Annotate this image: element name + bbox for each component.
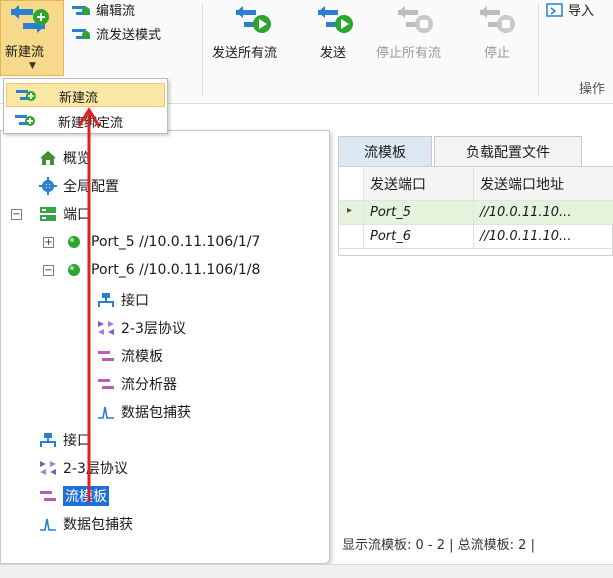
tree-item-packet-capture[interactable]: 数据包捕获 xyxy=(39,513,133,535)
tree-item-port6-packet-capture[interactable]: 数据包捕获 xyxy=(97,401,191,423)
send-all-flows-icon xyxy=(236,6,271,33)
divider xyxy=(538,4,539,96)
server-icon xyxy=(40,207,56,221)
stop-all-flows-icon xyxy=(398,6,433,33)
tab-bar: 流模板 负载配置文件 xyxy=(338,136,613,166)
row-indicator-icon: ▸ xyxy=(347,205,353,216)
tree-item-label: 流分析器 xyxy=(121,377,177,393)
send-all-flows-button[interactable]: 发送所有流 xyxy=(212,42,277,61)
cell-address[interactable]: //10.0.11.10... xyxy=(473,225,613,248)
chevron-down-icon: ▼ xyxy=(29,61,36,71)
new-flow-label: 新建流 xyxy=(5,45,45,60)
tab-load-config[interactable]: 负载配置文件 xyxy=(434,136,582,166)
tree-item-label: 概览 xyxy=(63,151,91,167)
import-label: 导入 xyxy=(568,4,595,19)
tree-item-port6-flow-analyzer[interactable]: 流分析器 xyxy=(97,373,177,395)
collapse-ports-toggle[interactable]: − xyxy=(11,209,22,220)
flow-send-mode-label: 流发送模式 xyxy=(96,28,162,43)
menu-item-new-bound-flow[interactable]: 新建绑定流 xyxy=(6,109,165,133)
stop-button[interactable]: 停止 xyxy=(484,42,510,61)
tree-item-label: 端口 xyxy=(63,207,91,223)
grid-header-row: 发送端口 发送端口地址 xyxy=(339,167,613,201)
tree-item-port6[interactable]: Port_6 //10.0.11.106/1/8 xyxy=(67,259,260,281)
cell-port[interactable]: Port_6 xyxy=(363,225,473,248)
tab-label: 流模板 xyxy=(364,144,406,161)
status-dot-icon xyxy=(68,264,80,276)
tree-item-flow-template[interactable]: 流模板 xyxy=(39,485,109,507)
expand-port5-toggle[interactable]: + xyxy=(43,237,54,248)
status-bar-text: 显示流模板: 0 - 2 | 总流模板: 2 | xyxy=(342,538,535,553)
new-bound-flow-icon xyxy=(15,115,35,126)
tree-item-ports[interactable]: 端口 xyxy=(39,203,91,225)
tree-item-interface[interactable]: 接口 xyxy=(39,429,91,451)
bottom-status-strip xyxy=(0,564,613,578)
new-flow-button[interactable]: 新建流 ▼ xyxy=(0,0,64,76)
tree-item-port6-interface[interactable]: 接口 xyxy=(97,289,149,311)
tree-item-port5[interactable]: Port_5 //10.0.11.106/1/7 xyxy=(67,231,260,253)
gear-icon xyxy=(39,177,57,195)
new-flow-icon xyxy=(11,5,49,33)
table-row[interactable]: Port_6 //10.0.11.10... xyxy=(339,225,613,249)
tree-item-port6-protocol[interactable]: 2-3层协议 xyxy=(97,317,186,339)
import-icon xyxy=(546,2,563,17)
edit-flow-icon xyxy=(72,5,90,15)
flow-send-mode-button[interactable]: 流发送模式 xyxy=(70,24,161,43)
stop-all-flows-button[interactable]: 停止所有流 xyxy=(376,42,441,61)
tree-item-label: Port_5 //10.0.11.106/1/7 xyxy=(91,234,261,250)
divider xyxy=(202,4,203,96)
navigation-tree: 概览 全局配置 − 端口 + Port_5 //10.0.11.106/1/7 … xyxy=(0,130,330,564)
import-button[interactable]: 导入 xyxy=(546,0,594,19)
tree-item-protocol[interactable]: 2-3层协议 xyxy=(39,457,128,479)
edit-flow-button[interactable]: 编辑流 xyxy=(70,0,135,19)
column-header[interactable]: 发送端口地址 xyxy=(473,167,613,200)
stop-icon xyxy=(480,6,515,33)
flow-send-mode-icon xyxy=(72,28,90,39)
flow-template-icon xyxy=(40,491,56,501)
cell-port[interactable]: Port_5 xyxy=(363,201,473,224)
tree-item-label-selected: 流模板 xyxy=(63,486,109,506)
network-interface-icon xyxy=(98,293,114,307)
packet-capture-icon xyxy=(98,406,114,419)
tree-item-label: 流模板 xyxy=(121,349,163,365)
new-flow-dropdown-menu: 新建流 新建绑定流 xyxy=(3,78,168,134)
tree-item-overview[interactable]: 概览 xyxy=(39,147,91,169)
table-row[interactable]: ▸ Port_5 //10.0.11.10... xyxy=(339,201,613,225)
tree-item-label: 接口 xyxy=(63,433,91,449)
new-flow-icon xyxy=(16,90,36,101)
home-icon xyxy=(40,151,56,165)
tab-label: 负载配置文件 xyxy=(466,144,550,161)
edit-flow-label: 编辑流 xyxy=(96,4,136,19)
flow-template-grid: 发送端口 发送端口地址 ▸ Port_5 //10.0.11.10... Por… xyxy=(338,166,613,256)
cell-address[interactable]: //10.0.11.10... xyxy=(473,201,613,224)
tree-item-label: 全局配置 xyxy=(63,179,119,195)
tab-flow-template[interactable]: 流模板 xyxy=(338,136,432,166)
collapse-port6-toggle[interactable]: − xyxy=(43,265,54,276)
protocol-icon xyxy=(40,461,56,475)
menu-item-label: 新建绑定流 xyxy=(58,116,124,131)
tree-item-label: 数据包捕获 xyxy=(121,405,191,421)
tree-item-label: 2-3层协议 xyxy=(121,321,186,337)
status-dot-icon xyxy=(68,236,80,248)
network-interface-icon xyxy=(40,433,56,447)
column-header[interactable]: 发送端口 xyxy=(363,167,473,200)
menu-item-label: 新建流 xyxy=(59,91,99,106)
protocol-icon xyxy=(98,321,114,335)
send-icon xyxy=(318,6,353,33)
menu-item-new-flow[interactable]: 新建流 xyxy=(6,83,165,107)
flow-analyzer-icon xyxy=(98,379,114,389)
tree-item-label: 接口 xyxy=(121,293,149,309)
tree-item-label: 2-3层协议 xyxy=(63,461,128,477)
tree-item-label: Port_6 //10.0.11.106/1/8 xyxy=(91,262,261,278)
packet-capture-icon xyxy=(40,518,56,531)
operations-group-label: 操作 xyxy=(578,82,605,97)
send-button[interactable]: 发送 xyxy=(320,42,346,61)
flow-template-icon xyxy=(98,351,114,361)
tree-item-port6-flow-template[interactable]: 流模板 xyxy=(97,345,163,367)
tree-item-label: 数据包捕获 xyxy=(63,517,133,533)
content-area: 流模板 负载配置文件 发送端口 发送端口地址 ▸ Port_5 //10.0.1… xyxy=(336,130,613,564)
tree-item-global-config[interactable]: 全局配置 xyxy=(39,175,119,197)
